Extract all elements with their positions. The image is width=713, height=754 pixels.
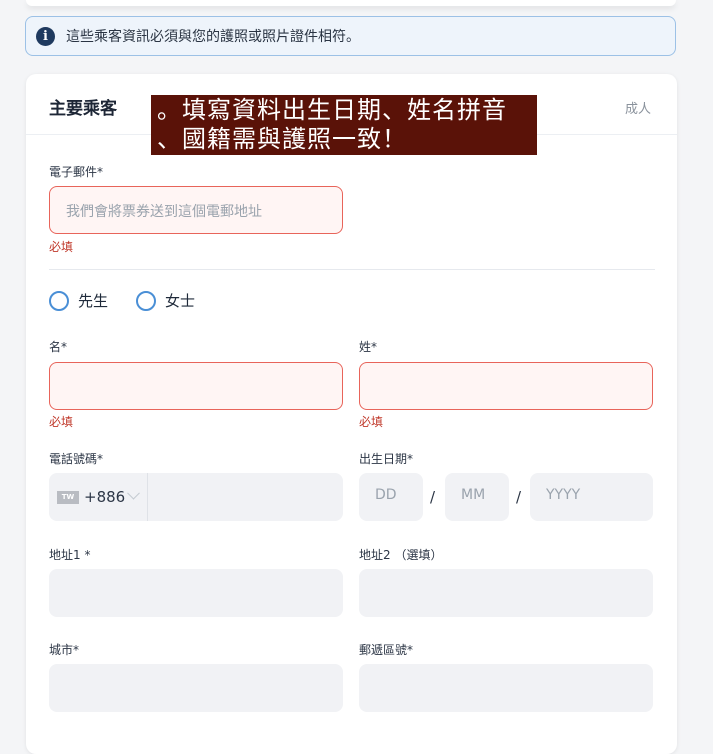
last-name-field[interactable] (359, 362, 653, 410)
birth-year-field[interactable]: YYYY (530, 473, 653, 521)
city-field[interactable] (49, 664, 343, 712)
birth-year-placeholder: YYYY (546, 487, 581, 503)
first-name-label: 名* (49, 340, 68, 354)
email-placeholder: 我們會將票券送到這個電郵地址 (66, 204, 262, 220)
postal-code-field[interactable] (359, 664, 653, 712)
address1-field[interactable] (49, 569, 343, 617)
country-code-select[interactable]: TW +886 (49, 473, 148, 521)
previous-card-edge (26, 0, 676, 6)
first-name-error: 必填 (49, 415, 74, 429)
chevron-down-icon (127, 486, 141, 500)
phone-field[interactable]: TW +886 (49, 473, 343, 521)
annotation-line-2: 、國籍需與護照一致！ (157, 125, 407, 153)
postal-code-label: 郵遞區號* (359, 643, 414, 657)
info-icon: i (36, 26, 55, 46)
phone-label: 電話號碼* (49, 452, 104, 466)
address2-label: 地址2 （選填） (359, 548, 443, 562)
notice-text: 這些乘客資訊必須與您的護照或照片證件相符。 (66, 29, 360, 45)
passenger-type-label: 成人 (624, 102, 651, 117)
info-notice: i 這些乘客資訊必須與您的護照或照片證件相符。 (25, 16, 676, 56)
radio-ms[interactable]: 女士 (136, 290, 195, 311)
date-separator: / (516, 488, 522, 506)
annotation-line-1: 。填寫資料出生日期、姓名拼音 (157, 96, 507, 124)
radio-circle-icon[interactable] (136, 290, 156, 311)
main-passenger-card: 主要乘客 成人 (26, 74, 677, 754)
dial-code: +886 (84, 488, 126, 506)
birth-date-label: 出生日期* (359, 452, 414, 466)
date-separator: / (430, 488, 436, 506)
radio-mr-label: 先生 (78, 292, 109, 310)
birth-day-field[interactable]: DD (359, 473, 423, 521)
last-name-label: 姓* (359, 340, 378, 354)
email-label: 電子郵件* (49, 165, 104, 179)
email-field[interactable]: 我們會將票券送到這個電郵地址 (49, 186, 343, 234)
radio-ms-label: 女士 (165, 292, 196, 310)
birth-month-placeholder: MM (461, 487, 486, 503)
annotation-banner: 。填寫資料出生日期、姓名拼音 、國籍需與護照一致！ (151, 95, 537, 155)
email-error: 必填 (49, 240, 74, 254)
birth-month-field[interactable]: MM (445, 473, 509, 521)
first-name-field[interactable] (49, 362, 343, 410)
address1-label: 地址1 * (49, 548, 91, 562)
last-name-error: 必填 (359, 415, 384, 429)
address2-field[interactable] (359, 569, 653, 617)
birth-day-placeholder: DD (375, 487, 397, 503)
card-title: 主要乘客 (49, 99, 117, 119)
radio-mr[interactable]: 先生 (49, 290, 108, 311)
section-divider (49, 269, 655, 270)
city-label: 城市* (49, 643, 80, 657)
radio-circle-icon[interactable] (49, 290, 69, 311)
flag-icon: TW (57, 490, 79, 504)
